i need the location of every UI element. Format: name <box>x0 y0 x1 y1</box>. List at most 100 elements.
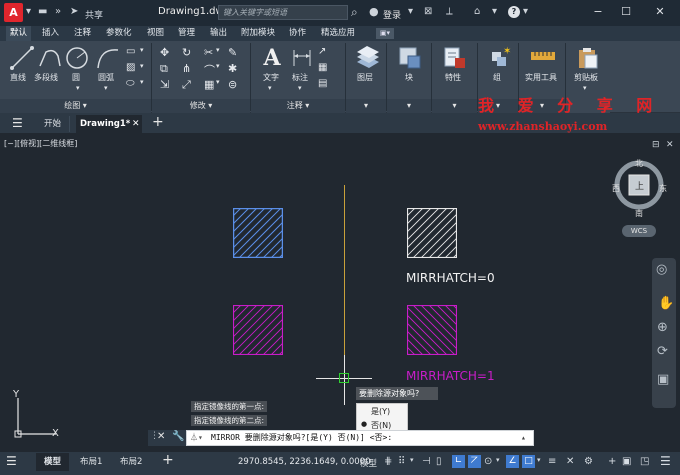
tab-default[interactable]: 默认 <box>6 26 32 41</box>
sign-in-button[interactable]: 登录 <box>383 8 401 21</box>
explode-icon[interactable]: ✱ <box>228 62 237 75</box>
tab-annotate[interactable]: 注释 <box>70 26 95 41</box>
zoom-extents-icon[interactable]: ⊕ <box>657 320 668 335</box>
tab-collaborate[interactable]: 协作 <box>285 26 310 41</box>
properties-panel-footer[interactable]: ▾ <box>432 99 477 113</box>
layers-icon[interactable] <box>355 46 381 70</box>
hatch-square-blue[interactable] <box>233 208 283 258</box>
search-input[interactable]: 键入关键字或短语 <box>218 5 348 20</box>
isodraft-icon[interactable]: ⊙ <box>484 456 492 467</box>
wcs-menu[interactable]: WCS <box>622 225 656 237</box>
viewcube-east[interactable]: 东 <box>659 183 667 194</box>
dimension-label[interactable]: 标注 <box>292 72 308 83</box>
quick-access-more-icon[interactable]: » <box>55 6 61 17</box>
command-history-toggle-icon[interactable]: ▴ <box>521 431 526 445</box>
circle-label[interactable]: 圆 <box>72 72 80 83</box>
command-input[interactable]: ⏃▾ MIRROR 要删除源对象吗?[是(Y) 否(N)] <否>: ▴ <box>186 430 534 446</box>
viewcube-west[interactable]: 西 <box>612 183 620 194</box>
snap-grid-icon[interactable]: ⠿ <box>398 456 405 467</box>
viewcube-south[interactable]: 南 <box>635 208 643 219</box>
units-icon[interactable]: ▣ <box>622 456 631 467</box>
viewport-restore-icon[interactable]: ⊟ <box>652 140 660 150</box>
coordinates-display[interactable]: 2970.8545, 2236.1649, 0.0000 <box>238 457 370 467</box>
viewport-controls[interactable]: [−][俯视][二维线框] <box>4 138 77 149</box>
showmotion-icon[interactable]: ▣ <box>657 372 669 387</box>
share-button[interactable]: 共享 <box>85 8 103 21</box>
layers-label[interactable]: 图层 <box>357 72 373 83</box>
hamburger-icon[interactable]: ☰ <box>12 116 23 130</box>
dropdown-arrow-icon[interactable]: ▾ <box>216 62 220 70</box>
minimize-icon[interactable]: − <box>590 4 606 20</box>
close-command-icon[interactable]: ✕ <box>157 431 165 442</box>
block-icon[interactable] <box>398 46 422 70</box>
tab-drawing1[interactable]: Drawing1* ✕ <box>76 115 142 133</box>
polar-tracking-icon[interactable]: ⦢ <box>468 455 481 468</box>
tab-featured-apps[interactable]: 精选应用 <box>317 26 359 41</box>
hatch-square-white[interactable] <box>407 208 457 258</box>
tab-addins[interactable]: 附加模块 <box>237 26 279 41</box>
ellipse-icon[interactable]: ⬭ <box>126 78 135 89</box>
hatch-square-magenta-left[interactable] <box>233 305 283 355</box>
dropdown-arrow-icon[interactable]: ▾ <box>216 46 220 54</box>
array-icon[interactable]: ▦ <box>204 78 214 91</box>
cart-icon[interactable]: ⊠ <box>424 6 432 17</box>
table-icon[interactable]: ▦ <box>318 62 327 73</box>
hatch-icon[interactable]: ▨ <box>126 62 135 73</box>
option-yes[interactable]: 是(Y) <box>371 406 390 417</box>
dimension-icon[interactable] <box>290 46 314 70</box>
tab-parametric[interactable]: 参数化 <box>102 26 136 41</box>
block-label[interactable]: 块 <box>405 72 413 83</box>
dropdown-arrow-icon[interactable]: ▾ <box>104 84 108 92</box>
arc-label[interactable]: 圆弧 <box>98 72 114 83</box>
dropdown-arrow-icon[interactable]: ▾ <box>496 456 500 464</box>
save-icon[interactable]: ▬ <box>38 6 47 17</box>
hatch-square-magenta-right[interactable] <box>407 305 457 355</box>
text-label[interactable]: 文字 <box>263 72 279 83</box>
object-snap-icon[interactable]: □ <box>522 455 535 468</box>
help-icon[interactable]: ? <box>508 6 520 18</box>
properties-icon[interactable] <box>443 46 467 70</box>
dropdown-arrow-icon[interactable]: ▾ <box>140 46 144 54</box>
measure-ruler-icon[interactable] <box>531 50 555 64</box>
block-panel-footer[interactable]: ▾ <box>387 99 431 113</box>
dropdown-arrow-icon[interactable]: ▾ <box>298 84 302 92</box>
search-icon[interactable]: ⌕ <box>351 5 358 20</box>
trim-icon[interactable]: ✂ <box>204 46 213 59</box>
dropdown-arrow-icon[interactable]: ▾ <box>140 78 144 86</box>
rectangle-icon[interactable]: ▭ <box>126 46 135 57</box>
markup-icon[interactable]: ▤ <box>318 78 327 89</box>
arc-icon[interactable] <box>96 46 120 70</box>
ortho-mode-icon[interactable]: ∟ <box>452 455 465 468</box>
viewport-close-icon[interactable]: ✕ <box>666 140 674 150</box>
tab-output[interactable]: 输出 <box>206 26 231 41</box>
utilities-label[interactable]: 实用工具 <box>525 72 557 83</box>
dropdown-arrow-icon[interactable]: ▾ <box>523 6 528 17</box>
tab-manage[interactable]: 管理 <box>174 26 199 41</box>
connect-icon[interactable]: ⌂ <box>474 6 480 17</box>
layout-menu-icon[interactable]: ☰ <box>6 454 17 468</box>
viewcube-north[interactable]: 北 <box>635 158 643 169</box>
tab-view[interactable]: 视图 <box>143 26 168 41</box>
modify-panel-footer[interactable]: 修改 ▾ <box>152 99 250 113</box>
fillet-icon[interactable]: ⌒ <box>204 62 215 78</box>
user-icon[interactable]: ● <box>369 5 379 18</box>
dropdown-arrow-icon[interactable]: ▾ <box>583 84 587 92</box>
tab-start[interactable]: 开始 <box>36 116 71 132</box>
properties-label[interactable]: 特性 <box>445 72 461 83</box>
ribbon-toggle-icon[interactable]: ▣▾ <box>376 28 394 39</box>
annotation-panel-footer[interactable]: 注释 ▾ <box>251 99 345 113</box>
text-icon[interactable]: A <box>261 46 283 70</box>
annotation-scale-icon[interactable]: ✕ <box>566 456 574 467</box>
lineweight-icon[interactable]: ≡ <box>548 456 556 467</box>
customization-menu-icon[interactable]: ☰ <box>660 454 671 468</box>
mirror-icon[interactable]: ⋔ <box>182 62 191 75</box>
infer-constraints-icon[interactable]: ⊣ <box>422 456 431 467</box>
dropdown-arrow-icon[interactable]: ▾ <box>537 456 541 464</box>
app-menu-button[interactable]: A <box>4 3 23 22</box>
polyline-icon[interactable] <box>38 46 62 70</box>
tab-layout2[interactable]: 布局2 <box>120 455 142 467</box>
offset-icon[interactable]: ⊜ <box>228 78 237 91</box>
pan-hand-icon[interactable]: ✋ <box>658 296 674 311</box>
object-snap-tracking-icon[interactable]: ∠ <box>506 455 519 468</box>
dynamic-input-icon[interactable]: ▯ <box>436 456 442 467</box>
